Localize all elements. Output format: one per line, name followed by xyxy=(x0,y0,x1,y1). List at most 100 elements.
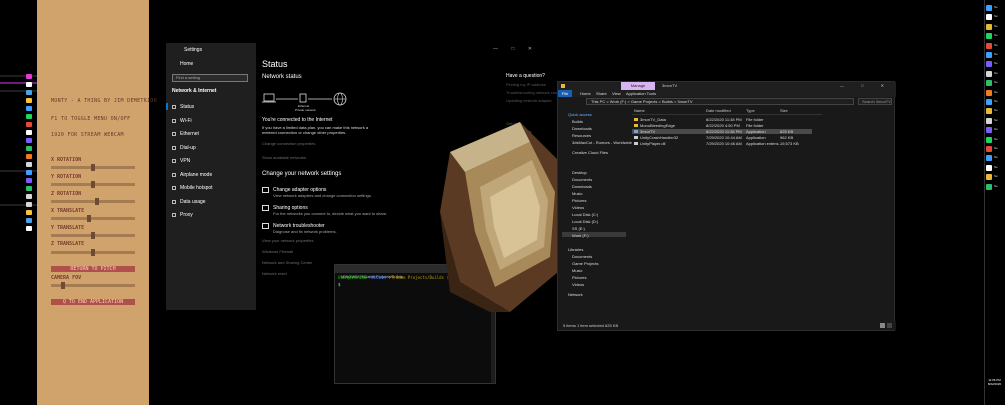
slider-knob[interactable] xyxy=(95,198,99,205)
taskbar-item[interactable]: Ne xyxy=(986,42,1005,50)
nav-item[interactable]: Local Disk (D:) xyxy=(572,219,598,224)
nav-item-vpn[interactable]: VPN xyxy=(172,158,190,164)
slider-knob[interactable] xyxy=(91,164,95,171)
y-translate-slider[interactable] xyxy=(51,232,135,239)
app-icon[interactable] xyxy=(26,122,32,127)
nav-item[interactable]: Downloads xyxy=(572,126,592,131)
slider-knob[interactable] xyxy=(60,282,65,289)
nav-item-wifi[interactable]: Wi-Fi xyxy=(172,118,192,124)
nav-item-work[interactable]: Work (F:) xyxy=(572,233,589,238)
app-icon[interactable] xyxy=(26,146,32,151)
settings-search-input[interactable]: Find a setting xyxy=(172,74,248,82)
network-properties-link[interactable]: View your network properties xyxy=(262,238,314,243)
ribbon-tab-home[interactable]: Home xyxy=(580,90,591,97)
column-header-type[interactable]: Type xyxy=(746,108,755,113)
taskbar-item[interactable]: Ne xyxy=(986,98,1005,106)
app-icon[interactable] xyxy=(26,90,32,95)
taskbar-item[interactable]: Ne xyxy=(986,60,1005,68)
nav-item[interactable]: Local Disk (C:) xyxy=(572,212,598,217)
taskbar-item[interactable]: Ne xyxy=(986,70,1005,78)
app-icon[interactable] xyxy=(26,138,32,143)
nav-quick-access[interactable]: Quick access xyxy=(568,112,592,117)
firewall-link[interactable]: Windows Firewall xyxy=(262,249,293,254)
nav-item[interactable]: Videos xyxy=(572,282,584,287)
taskbar-item[interactable]: Ne xyxy=(986,13,1005,21)
app-icon[interactable] xyxy=(26,82,32,87)
nav-item-airplane[interactable]: Airplane mode xyxy=(172,172,212,178)
nav-item[interactable]: Music xyxy=(572,191,582,196)
nav-item[interactable]: 3dsMaxCut - Rumors - Worldwide xyxy=(572,140,632,145)
nav-item[interactable]: Pictures xyxy=(572,198,586,203)
search-input[interactable]: Search 3monTV xyxy=(858,98,892,105)
taskbar-item[interactable]: Ne xyxy=(986,89,1005,97)
change-properties-link[interactable]: Change connection properties xyxy=(262,141,315,146)
nav-item[interactable]: Creative Cloud Files xyxy=(572,150,608,155)
app-icon[interactable] xyxy=(26,186,32,191)
nav-item[interactable]: Pictures xyxy=(572,275,586,280)
manage-tab[interactable]: Manage xyxy=(621,82,655,90)
nav-item[interactable]: Resources xyxy=(572,133,591,138)
slider-knob[interactable] xyxy=(87,215,91,222)
nav-item-proxy[interactable]: Proxy xyxy=(172,212,193,218)
folder-icon[interactable] xyxy=(26,98,32,103)
app-icon[interactable] xyxy=(26,154,32,159)
app-icon[interactable] xyxy=(26,218,32,223)
ribbon-tab-share[interactable]: Share xyxy=(596,90,607,97)
view-toggle-icon[interactable] xyxy=(880,323,892,328)
app-icon[interactable] xyxy=(26,194,32,199)
folder-icon[interactable] xyxy=(26,210,32,215)
ribbon-tab-app-tools[interactable]: Application Tools xyxy=(626,90,656,97)
taskbar-item[interactable]: Ne xyxy=(986,154,1005,162)
nav-item[interactable]: Network xyxy=(568,292,583,297)
sharing-center-link[interactable]: Network and Sharing Center xyxy=(262,260,312,265)
ribbon-tab-file[interactable]: File xyxy=(558,90,572,97)
slider-knob[interactable] xyxy=(91,249,95,256)
end-application-button[interactable]: Q TO END APPLICATION xyxy=(51,299,135,305)
taskbar-item[interactable]: Ne xyxy=(986,79,1005,87)
taskbar-item[interactable]: Ne xyxy=(986,107,1005,115)
network-reset-link[interactable]: Network reset xyxy=(262,271,287,276)
return-to-pitch-button[interactable]: RETURN TO PITCH xyxy=(51,266,135,272)
nav-item[interactable]: Videos xyxy=(572,205,584,210)
app-icon[interactable] xyxy=(26,226,32,231)
file-row[interactable]: 3monTV 8/22/2020 11:38 PM Application 625 K… xyxy=(632,129,812,134)
nav-item-ethernet[interactable]: Ethernet xyxy=(172,131,199,137)
x-translate-slider[interactable] xyxy=(51,215,135,222)
taskbar-item[interactable]: Ne xyxy=(986,4,1005,12)
app-icon[interactable] xyxy=(26,202,32,207)
window-controls[interactable]: — □ ✕ xyxy=(493,46,538,52)
app-icon[interactable] xyxy=(26,178,32,183)
nav-item[interactable]: SS (E:) xyxy=(572,226,585,231)
nav-item-dialup[interactable]: Dial-up xyxy=(172,145,196,151)
slider-knob[interactable] xyxy=(91,181,95,188)
nav-item[interactable]: Game Projects xyxy=(572,261,598,266)
x-rotation-slider[interactable] xyxy=(51,164,135,171)
nav-item-status[interactable]: Status xyxy=(172,104,194,110)
show-networks-link[interactable]: Show available networks xyxy=(262,155,306,160)
taskbar-item[interactable]: Ne xyxy=(986,164,1005,172)
nav-item[interactable]: Libraries xyxy=(568,247,583,252)
nav-item[interactable]: Builds xyxy=(572,119,583,124)
window-controls[interactable]: — □ ✕ xyxy=(840,82,892,90)
taskbar-item[interactable]: Ne xyxy=(986,51,1005,59)
app-icon[interactable] xyxy=(26,130,32,135)
app-icon[interactable] xyxy=(26,74,32,79)
taskbar-clock[interactable]: 11:06 PM 8/22/2020 xyxy=(984,378,1005,386)
taskbar-item[interactable]: Ne xyxy=(986,136,1005,144)
column-header-date[interactable]: Date modified xyxy=(706,108,731,113)
nav-item[interactable]: Desktop xyxy=(572,170,587,175)
z-rotation-slider[interactable] xyxy=(51,198,135,205)
slider-knob[interactable] xyxy=(91,232,95,239)
nav-item[interactable]: Documents xyxy=(572,254,592,259)
file-row[interactable]: MonoBleedingEdge 8/22/2020 4:50 PM File fo… xyxy=(632,123,812,128)
taskbar-item[interactable]: Ne xyxy=(986,145,1005,153)
nav-item[interactable]: Music xyxy=(572,268,582,273)
nav-item[interactable]: Documents xyxy=(572,177,592,182)
app-icon[interactable] xyxy=(26,170,32,175)
camera-fov-slider[interactable] xyxy=(51,282,135,289)
address-bar[interactable]: This PC > Work (F:) > Game Projects > Bu… xyxy=(586,98,854,105)
y-rotation-slider[interactable] xyxy=(51,181,135,188)
z-translate-slider[interactable] xyxy=(51,249,135,256)
taskbar-item[interactable]: Ne xyxy=(986,32,1005,40)
app-icon[interactable] xyxy=(26,162,32,167)
